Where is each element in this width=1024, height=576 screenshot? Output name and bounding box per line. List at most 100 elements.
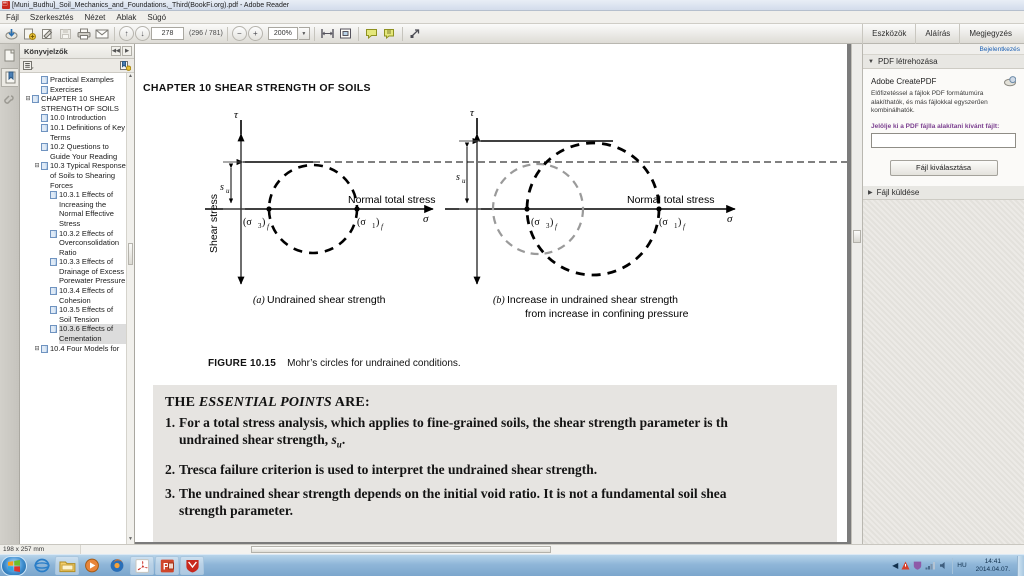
bookmark-spacer bbox=[33, 75, 41, 76]
menu-item-window[interactable]: Ablak bbox=[116, 13, 136, 22]
bookmark-label[interactable]: 10.3.4 Effects of Cohesion bbox=[59, 286, 126, 305]
tab-sign[interactable]: Aláírás bbox=[915, 23, 959, 44]
email-icon[interactable] bbox=[93, 26, 110, 42]
scrollbar-thumb[interactable] bbox=[853, 230, 861, 243]
menu-item-edit[interactable]: Szerkesztés bbox=[30, 13, 74, 22]
bookmarks-scrollbar[interactable]: ▲ ▼ bbox=[126, 73, 134, 544]
show-desktop-button[interactable] bbox=[1017, 555, 1024, 576]
bookmark-label[interactable]: 10.2 Questions to Guide Your Reading bbox=[50, 142, 126, 161]
document-viewport[interactable]: CHAPTER 10 SHEAR STRENGTH OF SOILS τ σ s… bbox=[135, 44, 862, 544]
bookmark-item[interactable]: 10.2 Questions to Guide Your Reading bbox=[20, 142, 134, 161]
scrollbar-thumb[interactable] bbox=[251, 546, 551, 553]
create-pdf-body: Adobe CreatePDF Előfizetéssel a fájlok P… bbox=[863, 69, 1024, 186]
highlight-icon[interactable] bbox=[381, 26, 398, 42]
taskbar-media-player-icon[interactable] bbox=[80, 556, 104, 575]
previous-page-button[interactable]: ↑ bbox=[119, 26, 134, 41]
horizontal-scrollbar[interactable] bbox=[80, 545, 1024, 554]
bookmark-label[interactable]: 10.1 Definitions of Key Terms bbox=[50, 123, 126, 142]
bookmark-item[interactable]: ⊟ 10.3 Typical Response of Soils to Shear… bbox=[20, 161, 134, 190]
bookmarks-collapse-button[interactable]: ◀◀ bbox=[111, 46, 121, 56]
document-vertical-scrollbar[interactable] bbox=[851, 44, 862, 544]
taskbar-explorer-icon[interactable] bbox=[55, 556, 79, 575]
save-icon[interactable] bbox=[57, 26, 74, 42]
section-create-pdf[interactable]: ▼ PDF létrehozása bbox=[863, 55, 1024, 69]
taskbar-powerpoint-icon[interactable]: P bbox=[155, 556, 179, 575]
zoom-dropdown-chevron-down-icon[interactable]: ▼ bbox=[298, 27, 310, 40]
tab-tools[interactable]: Eszközök bbox=[862, 23, 915, 44]
bookmark-item[interactable]: 10.3.5 Effects of Soil Tension bbox=[20, 305, 134, 324]
bookmark-item[interactable]: Practical Examples bbox=[20, 75, 134, 85]
section-send-file[interactable]: ▶ Fájl küldése bbox=[863, 185, 1024, 200]
bookmark-item[interactable]: 10.3.4 Effects of Cohesion bbox=[20, 286, 134, 305]
bookmark-item[interactable]: 10.3.1 Effects of Increasing the Normal … bbox=[20, 190, 134, 228]
next-page-button[interactable]: ↓ bbox=[135, 26, 150, 41]
bookmarks-list[interactable]: Practical Examples Exercises ⊟ CHAPTER 10 S… bbox=[20, 73, 134, 544]
file-path-input[interactable] bbox=[871, 132, 1016, 148]
bookmark-item[interactable]: 10.3.2 Effects of Overconsolidation Rati… bbox=[20, 229, 134, 258]
bookmarks-icon[interactable] bbox=[1, 68, 18, 87]
page-number-input[interactable]: 278 bbox=[151, 27, 184, 40]
create-pdf-icon[interactable] bbox=[21, 26, 38, 42]
page-thumbnails-icon[interactable] bbox=[1, 46, 18, 65]
bookmark-label[interactable]: Practical Examples bbox=[50, 75, 114, 85]
bookmark-label[interactable]: 10.4 Four Models for bbox=[50, 344, 119, 354]
tray-expand-icon[interactable]: ◀ bbox=[892, 561, 898, 570]
tools-panel: Bejelentkezés ▼ PDF létrehozása Adobe Cr… bbox=[862, 44, 1024, 544]
bookmark-label[interactable]: 10.3 Typical Response of Soils to Sheari… bbox=[50, 161, 126, 190]
bookmark-label[interactable]: CHAPTER 10 SHEAR STRENGTH OF SOILS bbox=[41, 94, 126, 113]
menu-item-file[interactable]: Fájl bbox=[6, 13, 19, 22]
bookmarks-expand-button[interactable]: ▶ bbox=[122, 46, 132, 56]
bookmark-label[interactable]: 10.3.1 Effects of Increasing the Normal … bbox=[59, 190, 126, 228]
taskbar-adobe-reader-icon[interactable] bbox=[130, 556, 154, 575]
bookmark-label[interactable]: 10.3.5 Effects of Soil Tension bbox=[59, 305, 126, 324]
bookmark-item[interactable]: 10.0 Introduction bbox=[20, 113, 134, 123]
fullscreen-icon[interactable] bbox=[407, 26, 424, 42]
bookmark-page-icon bbox=[50, 305, 59, 315]
fit-page-icon[interactable] bbox=[337, 26, 354, 42]
zoom-in-button[interactable]: + bbox=[247, 26, 263, 41]
fit-width-icon[interactable] bbox=[319, 26, 336, 42]
zoom-level-input[interactable]: 200% bbox=[267, 27, 298, 40]
sign-icon[interactable] bbox=[39, 26, 56, 42]
bookmark-label[interactable]: 10.0 Introduction bbox=[50, 113, 106, 123]
start-button[interactable] bbox=[1, 555, 27, 576]
bookmark-collapse-toggle[interactable]: ⊟ bbox=[33, 344, 41, 355]
bookmark-item[interactable]: 10.3.3 Effects of Drainage of Excess Por… bbox=[20, 257, 134, 286]
clock[interactable]: 14:41 2014.04.07. bbox=[974, 558, 1012, 574]
bookmark-item[interactable]: Exercises bbox=[20, 85, 134, 95]
bookmark-label[interactable]: 10.3.6 Effects of Cementation bbox=[59, 324, 126, 344]
menu-item-view[interactable]: Nézet bbox=[84, 13, 105, 22]
bookmark-label[interactable]: 10.3.3 Effects of Drainage of Excess Por… bbox=[59, 257, 126, 286]
choose-file-button[interactable]: Fájl kiválasztása bbox=[889, 159, 998, 176]
scroll-down-arrow-icon[interactable]: ▼ bbox=[127, 536, 134, 544]
language-indicator[interactable]: HU bbox=[952, 557, 970, 574]
scroll-up-arrow-icon[interactable]: ▲ bbox=[127, 73, 134, 81]
attachments-icon[interactable] bbox=[1, 90, 18, 109]
sign-in-link[interactable]: Bejelentkezés bbox=[980, 46, 1020, 53]
new-bookmark-icon[interactable] bbox=[120, 60, 131, 71]
scrollbar-thumb[interactable] bbox=[128, 243, 133, 265]
tab-comment[interactable]: Megjegyzés bbox=[959, 23, 1021, 44]
tray-security-icon[interactable] bbox=[913, 561, 922, 570]
bookmark-collapse-toggle[interactable]: ⊟ bbox=[24, 94, 32, 105]
bookmark-collapse-toggle[interactable]: ⊟ bbox=[33, 161, 41, 172]
bookmark-item[interactable]: 10.3.6 Effects of Cementation bbox=[20, 324, 134, 344]
taskbar-internet-explorer-icon[interactable] bbox=[30, 556, 54, 575]
bookmark-item[interactable]: ⊟ CHAPTER 10 SHEAR STRENGTH OF SOILS bbox=[20, 94, 134, 113]
zoom-out-button[interactable]: − bbox=[231, 26, 247, 41]
bookmark-item[interactable]: ⊟ 10.4 Four Models for bbox=[20, 344, 134, 355]
bookmarks-options-icon[interactable] bbox=[23, 60, 34, 71]
bookmark-label[interactable]: 10.3.2 Effects of Overconsolidation Rati… bbox=[59, 229, 126, 258]
tray-volume-icon[interactable] bbox=[939, 561, 949, 570]
comment-icon[interactable] bbox=[363, 26, 380, 42]
save-to-acrobat-com-icon[interactable] bbox=[3, 26, 20, 42]
bookmark-item[interactable]: 10.1 Definitions of Key Terms bbox=[20, 123, 134, 142]
taskbar-mcafee-icon[interactable] bbox=[180, 556, 204, 575]
taskbar-firefox-icon[interactable] bbox=[105, 556, 129, 575]
bookmark-label[interactable]: Exercises bbox=[50, 85, 83, 95]
print-icon[interactable] bbox=[75, 26, 92, 42]
tray-action-center-icon[interactable] bbox=[901, 561, 910, 570]
menu-item-help[interactable]: Súgó bbox=[147, 13, 166, 22]
bookmark-page-icon bbox=[50, 257, 59, 267]
tray-network-icon[interactable] bbox=[925, 561, 936, 570]
